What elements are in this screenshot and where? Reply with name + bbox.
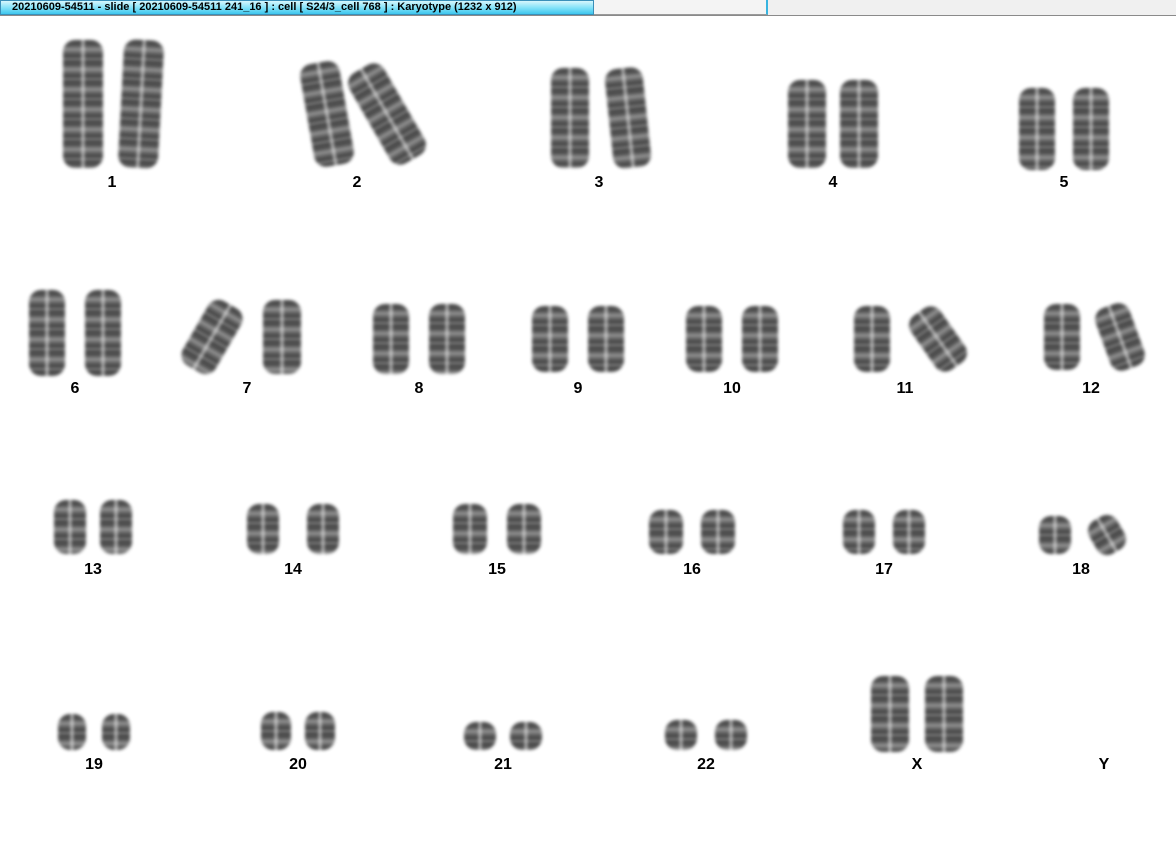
- chromosome-7-b[interactable]: [263, 300, 301, 374]
- chromosome-17-a[interactable]: [843, 510, 875, 554]
- chromosome-15-a[interactable]: [453, 504, 487, 554]
- chromosome-9-b[interactable]: [588, 306, 624, 372]
- chromosome-label-8: 8: [414, 380, 424, 397]
- chromosome-label-13: 13: [84, 561, 102, 578]
- chromosome-label-y: Y: [1098, 756, 1110, 773]
- chromosome-label-12: 12: [1082, 380, 1100, 397]
- chromosome-14-a[interactable]: [247, 504, 279, 554]
- chromosome-label-5: 5: [1059, 174, 1069, 191]
- chromosome-15-b[interactable]: [507, 504, 541, 554]
- chromosome-14-b[interactable]: [307, 504, 339, 554]
- chromosome-13-b[interactable]: [100, 500, 132, 554]
- chromosome-label-3: 3: [594, 174, 604, 191]
- chromosome-4-b[interactable]: [840, 80, 878, 168]
- chromosome-12-b[interactable]: [1091, 299, 1149, 375]
- chromosome-label-19: 19: [85, 756, 103, 773]
- chromosome-label-16: 16: [683, 561, 701, 578]
- chromosome-19-a[interactable]: [58, 714, 86, 750]
- chromosome-10-a[interactable]: [686, 306, 722, 372]
- chromosome-2-a[interactable]: [298, 59, 356, 169]
- chromosome-x-a[interactable]: [871, 676, 909, 752]
- chromosome-x-b[interactable]: [925, 676, 963, 752]
- chromosome-16-b[interactable]: [701, 510, 735, 554]
- chromosome-1-b[interactable]: [117, 39, 165, 169]
- karyotype-canvas: 1 2 3 4 5 6 7 8 9 10 11 12 13 14 15 16 17 18 19 20 21 22 X Y: [0, 17, 1176, 855]
- chromosome-label-21: 21: [494, 756, 512, 773]
- chromosome-label-17: 17: [875, 561, 893, 578]
- chromosome-16-a[interactable]: [649, 510, 683, 554]
- chromosome-label-18: 18: [1072, 561, 1090, 578]
- chromosome-label-x: X: [911, 756, 923, 773]
- chromosome-21-b[interactable]: [510, 722, 542, 750]
- chromosome-label-20: 20: [289, 756, 307, 773]
- chromosome-8-b[interactable]: [429, 304, 465, 374]
- chromosome-label-2: 2: [352, 174, 362, 191]
- chromosome-label-7: 7: [242, 380, 252, 397]
- window-tab-karyotype[interactable]: 20210609-54511 - slide [ 20210609-54511 …: [0, 0, 594, 15]
- chromosome-label-14: 14: [284, 561, 302, 578]
- chromosome-11-b[interactable]: [904, 301, 972, 377]
- chromosome-22-a[interactable]: [665, 720, 697, 750]
- chromosome-11-a[interactable]: [854, 306, 890, 372]
- chromosome-9-a[interactable]: [532, 306, 568, 372]
- chromosome-1-a[interactable]: [63, 40, 103, 168]
- chromosome-label-4: 4: [828, 174, 838, 191]
- chromosome-2-b[interactable]: [343, 58, 431, 170]
- chromosome-20-a[interactable]: [261, 712, 291, 750]
- chromosome-8-a[interactable]: [373, 304, 409, 374]
- chromosome-3-a[interactable]: [551, 68, 589, 168]
- chromosome-13-a[interactable]: [54, 500, 86, 554]
- chromosome-17-b[interactable]: [893, 510, 925, 554]
- chromosome-18-b[interactable]: [1083, 510, 1131, 560]
- chromosome-5-a[interactable]: [1019, 88, 1055, 170]
- chromosome-5-b[interactable]: [1073, 88, 1109, 170]
- chromosome-19-b[interactable]: [102, 714, 130, 750]
- chromosome-22-b[interactable]: [715, 720, 747, 750]
- window-tab-empty[interactable]: [594, 0, 768, 15]
- window-tab-bar: 20210609-54511 - slide [ 20210609-54511 …: [0, 0, 1176, 16]
- chromosome-20-b[interactable]: [305, 712, 335, 750]
- chromosome-4-a[interactable]: [788, 80, 826, 168]
- chromosome-label-15: 15: [488, 561, 506, 578]
- chromosome-18-a[interactable]: [1039, 516, 1071, 554]
- chromosome-label-22: 22: [697, 756, 715, 773]
- chromosome-6-b[interactable]: [85, 290, 121, 376]
- chromosome-label-6: 6: [70, 380, 80, 397]
- chromosome-label-10: 10: [723, 380, 741, 397]
- chromosome-10-b[interactable]: [742, 306, 778, 372]
- chromosome-label-11: 11: [896, 380, 914, 397]
- chromosome-label-1: 1: [107, 174, 117, 191]
- chromosome-label-9: 9: [573, 380, 583, 397]
- chromosome-12-a[interactable]: [1044, 304, 1080, 370]
- chromosome-7-a[interactable]: [177, 295, 247, 379]
- chromosome-3-b[interactable]: [603, 66, 653, 170]
- chromosome-21-a[interactable]: [464, 722, 496, 750]
- chromosome-6-a[interactable]: [29, 290, 65, 376]
